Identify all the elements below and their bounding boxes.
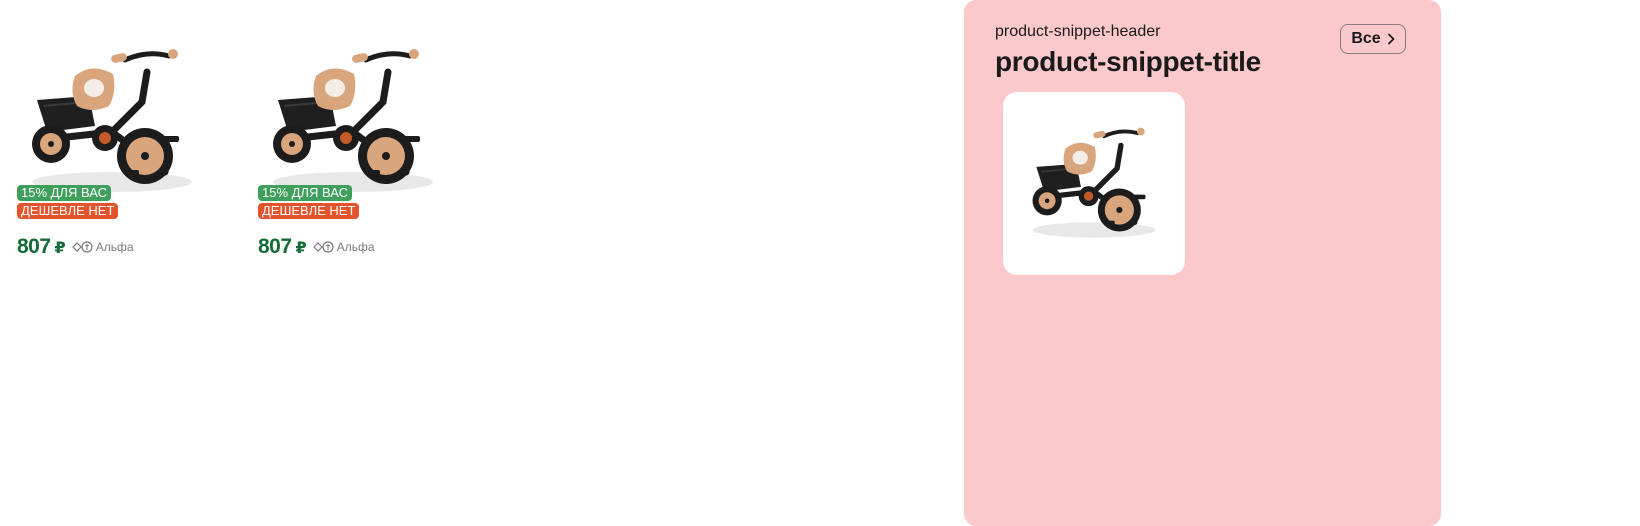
bank-name: Альфа — [336, 240, 375, 254]
bank-name: Альфа — [95, 240, 134, 254]
price: 807 — [17, 235, 51, 258]
product-snippet-header: product-snippet-header — [995, 23, 1161, 40]
product-tile[interactable] — [1003, 92, 1185, 275]
all-button[interactable]: Все — [1340, 24, 1406, 54]
cashback-info: Альфа — [312, 240, 375, 254]
tricycle-image[interactable] — [258, 32, 448, 202]
product-card[interactable]: 15% ДЛЯ ВАС ДЕШЕВЛЕ НЕТ 807 ₽ Альфа — [17, 22, 217, 262]
discount-badge: 15% ДЛЯ ВАС — [17, 185, 111, 201]
cashback-icon — [71, 241, 93, 253]
price: 807 — [258, 235, 292, 258]
cheaper-badge: ДЕШЕВЛЕ НЕТ — [17, 203, 119, 219]
product-snippet-panel: product-snippet-header product-snippet-t… — [964, 0, 1441, 526]
discount-badge: 15% ДЛЯ ВАС — [258, 185, 352, 201]
currency-sign: ₽ — [295, 240, 307, 257]
cheaper-badge: ДЕШЕВЛЕ НЕТ — [258, 203, 360, 219]
chevron-right-icon — [1387, 33, 1395, 45]
price-row: 807 ₽ Альфа — [258, 235, 375, 259]
cashback-icon — [312, 241, 334, 253]
badge-group: 15% ДЛЯ ВАС ДЕШЕВЛЕ НЕТ — [258, 185, 360, 219]
currency-sign: ₽ — [54, 240, 66, 257]
cashback-info: Альфа — [71, 240, 134, 254]
product-card[interactable]: 15% ДЛЯ ВАС ДЕШЕВЛЕ НЕТ 807 ₽ Альфа — [258, 22, 458, 262]
all-button-label: Все — [1351, 30, 1381, 47]
badge-group: 15% ДЛЯ ВАС ДЕШЕВЛЕ НЕТ — [17, 185, 119, 219]
tricycle-image[interactable] — [17, 32, 207, 202]
product-snippet-title: product-snippet-title — [995, 46, 1261, 77]
tricycle-image[interactable] — [1021, 110, 1167, 250]
price-row: 807 ₽ Альфа — [17, 235, 134, 259]
